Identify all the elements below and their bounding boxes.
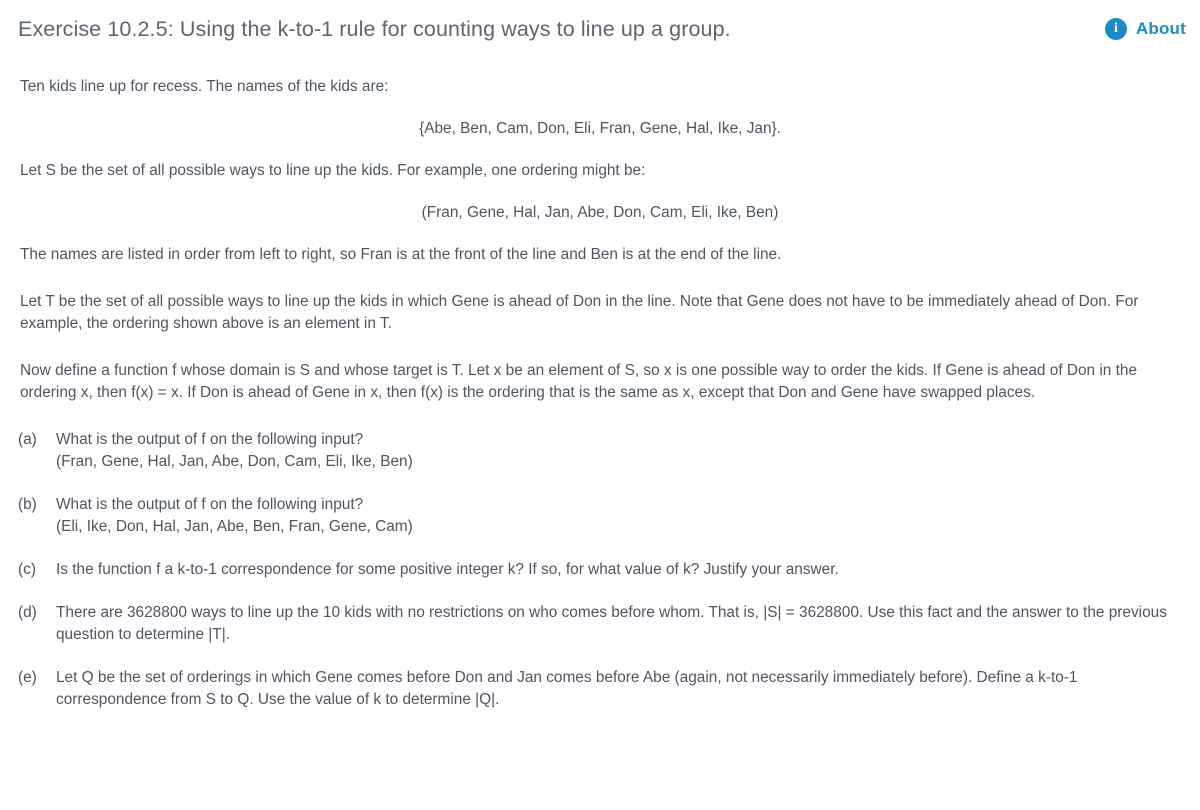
- question-text-d: There are 3628800 ways to line up the 10…: [56, 604, 1167, 643]
- question-item-a: (a) What is the output of f on the follo…: [0, 429, 1200, 473]
- info-icon-glyph: i: [1113, 20, 1118, 36]
- question-label-e: (e): [18, 669, 37, 686]
- ordering-note-paragraph: The names are listed in order from left …: [20, 246, 782, 263]
- about-button-label: About: [1135, 19, 1186, 38]
- exercise-header: Exercise 10.2.5: Using the k-to-1 rule f…: [0, 0, 1200, 58]
- question-text-a-line1: What is the output of f on the following…: [56, 431, 364, 448]
- question-text-c: Is the function f a k-to-1 correspondenc…: [56, 561, 839, 578]
- set-t-definition: Let T be the set of all possible ways to…: [20, 293, 1139, 332]
- intro-paragraph: Ten kids line up for recess. The names o…: [20, 78, 389, 95]
- question-item-e: (e) Let Q be the set of orderings in whi…: [0, 667, 1200, 711]
- kid-set-display: {Abe, Ben, Cam, Don, Eli, Fran, Gene, Ha…: [419, 120, 781, 137]
- question-text-e: Let Q be the set of orderings in which G…: [56, 669, 1078, 708]
- function-definition: Now define a function f whose domain is …: [20, 362, 1138, 401]
- question-label-d: (d): [18, 604, 37, 621]
- info-icon: i: [1104, 18, 1127, 40]
- page-title: Exercise 10.2.5: Using the k-to-1 rule f…: [18, 17, 731, 41]
- question-text-a: What is the output of f on the following…: [56, 429, 1192, 473]
- question-text-b-line1: What is the output of f on the following…: [56, 496, 364, 513]
- exercise-page: Exercise 10.2.5: Using the k-to-1 rule f…: [0, 0, 1200, 810]
- question-text-b-line2: (Eli, Ike, Don, Hal, Jan, Abe, Ben, Fran…: [56, 518, 413, 535]
- question-item-c: (c) Is the function f a k-to-1 correspon…: [0, 559, 1200, 581]
- question-label-c: (c): [18, 561, 36, 578]
- example-ordering-display: (Fran, Gene, Hal, Jan, Abe, Don, Cam, El…: [421, 204, 779, 221]
- set-s-definition: Let S be the set of all possible ways to…: [20, 162, 646, 179]
- question-text-b: What is the output of f on the following…: [56, 494, 1192, 538]
- exercise-content: Ten kids line up for recess. The names o…: [0, 58, 1200, 711]
- about-button[interactable]: i About: [1104, 18, 1186, 40]
- question-item-b: (b) What is the output of f on the follo…: [0, 494, 1200, 538]
- question-item-d: (d) There are 3628800 ways to line up th…: [0, 602, 1200, 646]
- question-label-b: (b): [18, 496, 37, 513]
- question-list: (a) What is the output of f on the follo…: [0, 429, 1200, 711]
- question-label-a: (a): [18, 431, 37, 448]
- question-text-a-line2: (Fran, Gene, Hal, Jan, Abe, Don, Cam, El…: [56, 453, 413, 470]
